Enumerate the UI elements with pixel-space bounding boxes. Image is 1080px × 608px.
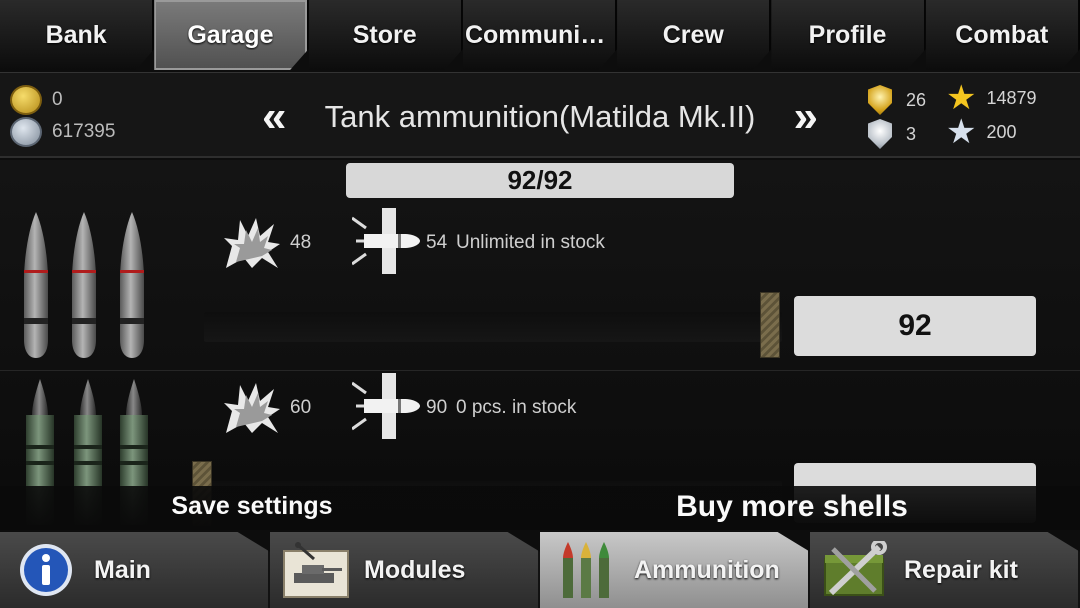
tab-bank[interactable]: Bank	[0, 0, 155, 70]
stock-status: 0 pcs. in stock	[456, 397, 577, 418]
silver-badge-stat: 3	[868, 119, 916, 149]
player-stats: 26 3 ★ 14879 ★ 200	[868, 79, 1068, 153]
next-chevron-icon[interactable]: »	[794, 95, 818, 139]
tab-combat[interactable]: Combat	[925, 0, 1080, 70]
tank-blueprint-icon	[280, 540, 352, 600]
top-tab-bar: Bank Garage Store Communic... Crew Profi…	[0, 0, 1080, 70]
ammo-capacity: 92/92	[346, 163, 734, 198]
gold-shield-icon	[868, 85, 892, 115]
gold-coin-icon	[10, 85, 42, 115]
shells-icon	[550, 540, 622, 600]
explosion-damage-icon	[224, 383, 280, 433]
gold-star-icon: ★	[946, 79, 977, 117]
tab-profile[interactable]: Profile	[771, 0, 926, 70]
silver-shield-icon	[868, 119, 892, 149]
quantity-slider-handle[interactable]	[760, 292, 780, 358]
quantity-slider-track[interactable]	[204, 312, 782, 342]
tab-label: Garage	[187, 20, 274, 49]
penetration-value: 90	[426, 397, 448, 418]
tab-label: Crew	[662, 20, 724, 49]
silver-amount: 617395	[52, 121, 116, 142]
silver-star-icon: ★	[946, 113, 977, 151]
penetration-value: 54	[426, 232, 448, 253]
ap-shells-icon	[14, 210, 154, 360]
penetration-icon	[352, 373, 420, 439]
buy-more-shells-button[interactable]: Buy more shells	[622, 490, 962, 524]
prev-chevron-icon[interactable]: «	[262, 95, 286, 139]
info-icon	[10, 540, 82, 600]
tab-label: Communic...	[464, 20, 613, 49]
penetration-icon	[352, 208, 420, 274]
tab-store[interactable]: Store	[308, 0, 463, 70]
wrench-kit-icon	[820, 540, 892, 600]
silver-balance: 617395	[10, 117, 115, 147]
tab-label: Bank	[45, 20, 107, 49]
silver-star-stat: ★ 200	[946, 113, 1017, 151]
save-settings-button[interactable]: Save settings	[130, 492, 374, 521]
tab-ammunition[interactable]: Ammunition	[540, 532, 810, 608]
quantity-field[interactable]: 92	[794, 296, 1036, 356]
bottom-tab-bar: Main Modules Ammunition Repair kit	[0, 532, 1080, 608]
tab-label: Modules	[364, 555, 466, 584]
silver-coin-icon	[10, 117, 42, 147]
ammo-panel: 92/92 48 54 Unlimited in stock 92 60 90 …	[0, 160, 1080, 530]
gold-amount: 0	[52, 89, 63, 110]
tab-label: Repair kit	[904, 555, 1018, 584]
gold-badge-count: 26	[906, 89, 927, 110]
gold-star-stat: ★ 14879	[946, 79, 1037, 117]
tab-crew[interactable]: Crew	[617, 0, 772, 70]
tab-communications[interactable]: Communic...	[462, 0, 618, 70]
tab-modules[interactable]: Modules	[270, 532, 540, 608]
tab-garage[interactable]: Garage	[154, 0, 309, 70]
tab-main[interactable]: Main	[0, 532, 270, 608]
silver-star-count: 200	[986, 121, 1017, 142]
title-navigator: « Tank ammunition(Matilda Mk.II) »	[262, 95, 818, 139]
action-bar: Save settings Buy more shells	[0, 486, 1080, 530]
gold-badge-stat: 26	[868, 85, 926, 115]
gold-star-count: 14879	[986, 87, 1037, 108]
tab-repair-kit[interactable]: Repair kit	[810, 532, 1080, 608]
tab-label: Ammunition	[634, 555, 780, 584]
tab-label: Store	[352, 20, 417, 49]
stock-status: Unlimited in stock	[456, 232, 605, 253]
damage-value: 48	[290, 232, 312, 253]
header-bar: 0 617395 « Tank ammunition(Matilda Mk.II…	[0, 72, 1080, 158]
gold-balance: 0	[10, 85, 63, 115]
page-title: Tank ammunition(Matilda Mk.II)	[324, 99, 756, 134]
tab-label: Main	[94, 555, 151, 584]
explosion-damage-icon	[224, 218, 280, 268]
tab-label: Profile	[808, 20, 887, 49]
tab-label: Combat	[955, 20, 1049, 49]
silver-badge-count: 3	[906, 123, 917, 144]
damage-value: 60	[290, 397, 312, 418]
